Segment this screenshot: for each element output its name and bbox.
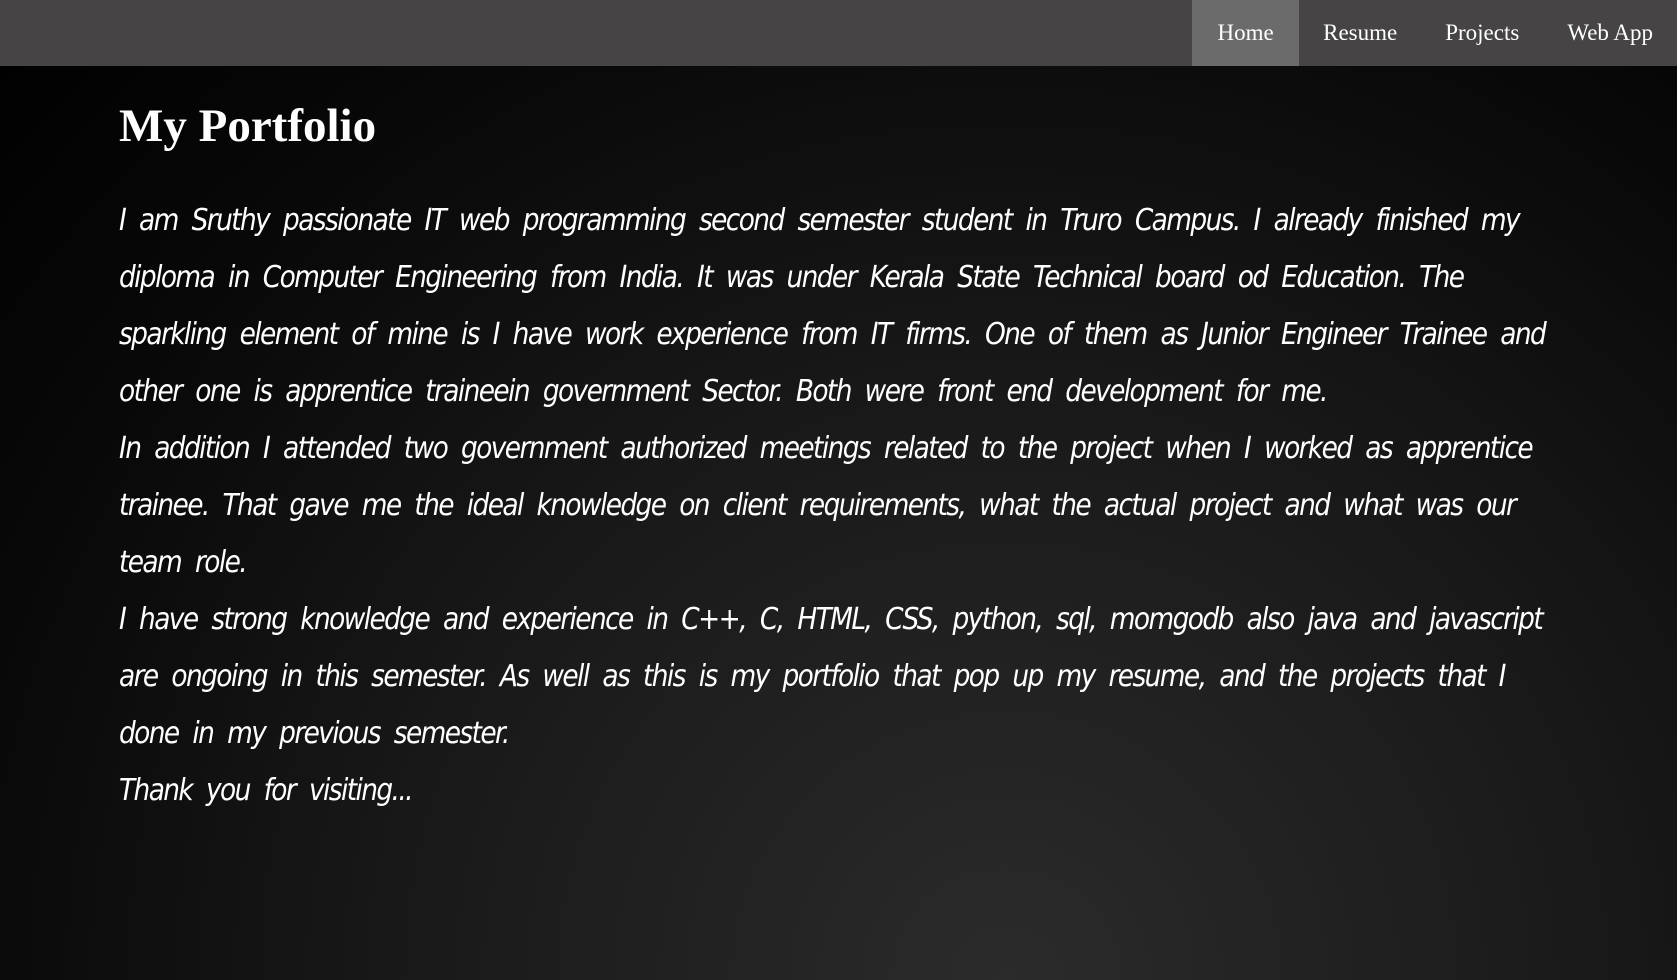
nav-web-app-link[interactable]: Web App — [1543, 0, 1677, 66]
nav-projects-link[interactable]: Projects — [1421, 0, 1543, 66]
bio-paragraph-thanks: Thank you for visiting... — [119, 773, 414, 808]
bio-paragraph-intro: I am Sruthy passionate IT web programmin… — [119, 203, 1547, 409]
bio-paragraph-skills: I have strong knowledge and experience i… — [119, 602, 1544, 751]
main-content: My Portfolio I am Sruthy passionate IT w… — [119, 96, 1559, 819]
page-title: My Portfolio — [119, 100, 377, 152]
bio-paragraph-meetings: In addition I attended two government au… — [119, 431, 1534, 580]
nav-resume-link[interactable]: Resume — [1299, 0, 1421, 66]
bio-text: I am Sruthy passionate IT web programmin… — [119, 192, 1553, 819]
top-navigation: Home Resume Projects Web App — [0, 0, 1677, 66]
nav-home-link[interactable]: Home — [1192, 0, 1300, 66]
